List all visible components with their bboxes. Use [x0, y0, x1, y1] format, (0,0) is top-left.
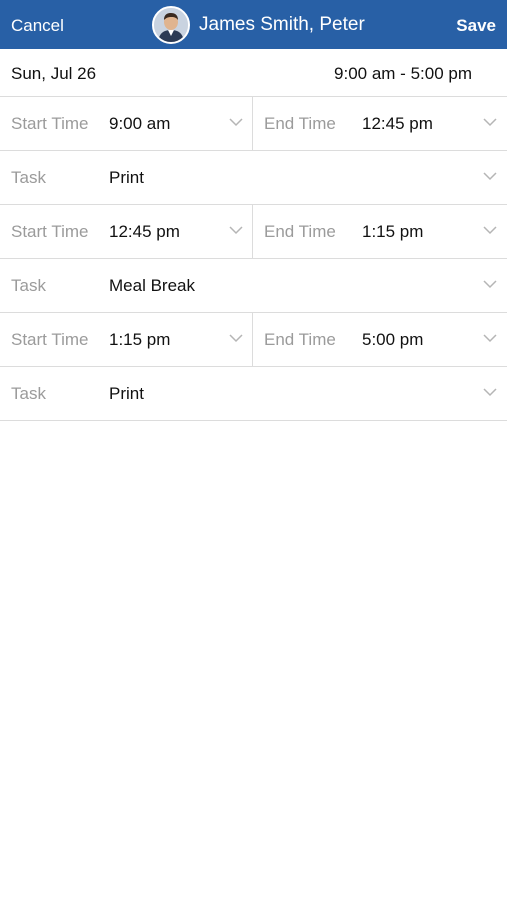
start-time-picker[interactable]: Start Time 1:15 pm [0, 313, 253, 366]
end-time-label: End Time [264, 114, 336, 133]
cancel-button[interactable]: Cancel [11, 15, 64, 37]
start-time-picker[interactable]: Start Time 12:45 pm [0, 205, 253, 258]
task-label: Task [11, 276, 46, 295]
chevron-down-icon [229, 226, 243, 235]
end-time-picker[interactable]: End Time 1:15 pm [253, 205, 507, 258]
chevron-down-icon [483, 118, 497, 127]
end-time-value: 1:15 pm [362, 222, 424, 241]
employee-header: James Smith, Peter [152, 5, 365, 44]
task-value: Print [109, 168, 144, 187]
start-time-picker[interactable]: Start Time 9:00 am [0, 97, 253, 150]
end-time-value: 5:00 pm [362, 330, 424, 349]
chevron-down-icon [483, 226, 497, 235]
task-row: Task Print [0, 151, 507, 205]
start-time-label: Start Time [11, 330, 89, 349]
task-label: Task [11, 168, 46, 187]
end-time-picker[interactable]: End Time 12:45 pm [253, 97, 507, 150]
task-picker[interactable]: Task Meal Break [0, 259, 507, 312]
task-row: Task Print [0, 367, 507, 421]
employee-name: James Smith, Peter [199, 13, 365, 35]
navigation-bar: Cancel James Smith, Peter Save [0, 0, 507, 49]
chevron-down-icon [229, 334, 243, 343]
chevron-down-icon [483, 334, 497, 343]
start-time-label: Start Time [11, 114, 89, 133]
shift-summary-row: Sun, Jul 26 9:00 am - 5:00 pm [0, 49, 507, 97]
task-label: Task [11, 384, 46, 403]
time-row: Start Time 12:45 pm End Time 1:15 pm [0, 205, 507, 259]
time-row: Start Time 9:00 am End Time 12:45 pm [0, 97, 507, 151]
task-value: Print [109, 384, 144, 403]
start-time-value: 1:15 pm [109, 330, 171, 349]
task-picker[interactable]: Task Print [0, 367, 507, 420]
chevron-down-icon [483, 280, 497, 289]
time-row: Start Time 1:15 pm End Time 5:00 pm [0, 313, 507, 367]
chevron-down-icon [483, 172, 497, 181]
task-value: Meal Break [109, 276, 195, 295]
end-time-label: End Time [264, 330, 336, 349]
shift-time-range: 9:00 am - 5:00 pm [334, 64, 472, 83]
chevron-down-icon [483, 388, 497, 397]
end-time-picker[interactable]: End Time 5:00 pm [253, 313, 507, 366]
start-time-label: Start Time [11, 222, 89, 241]
task-row: Task Meal Break [0, 259, 507, 313]
end-time-value: 12:45 pm [362, 114, 433, 133]
avatar [152, 5, 190, 44]
chevron-down-icon [229, 118, 243, 127]
shift-date: Sun, Jul 26 [11, 64, 97, 83]
start-time-value: 9:00 am [109, 114, 171, 133]
start-time-value: 12:45 pm [109, 222, 180, 241]
end-time-label: End Time [264, 222, 336, 241]
task-picker[interactable]: Task Print [0, 151, 507, 204]
save-button[interactable]: Save [456, 15, 496, 37]
